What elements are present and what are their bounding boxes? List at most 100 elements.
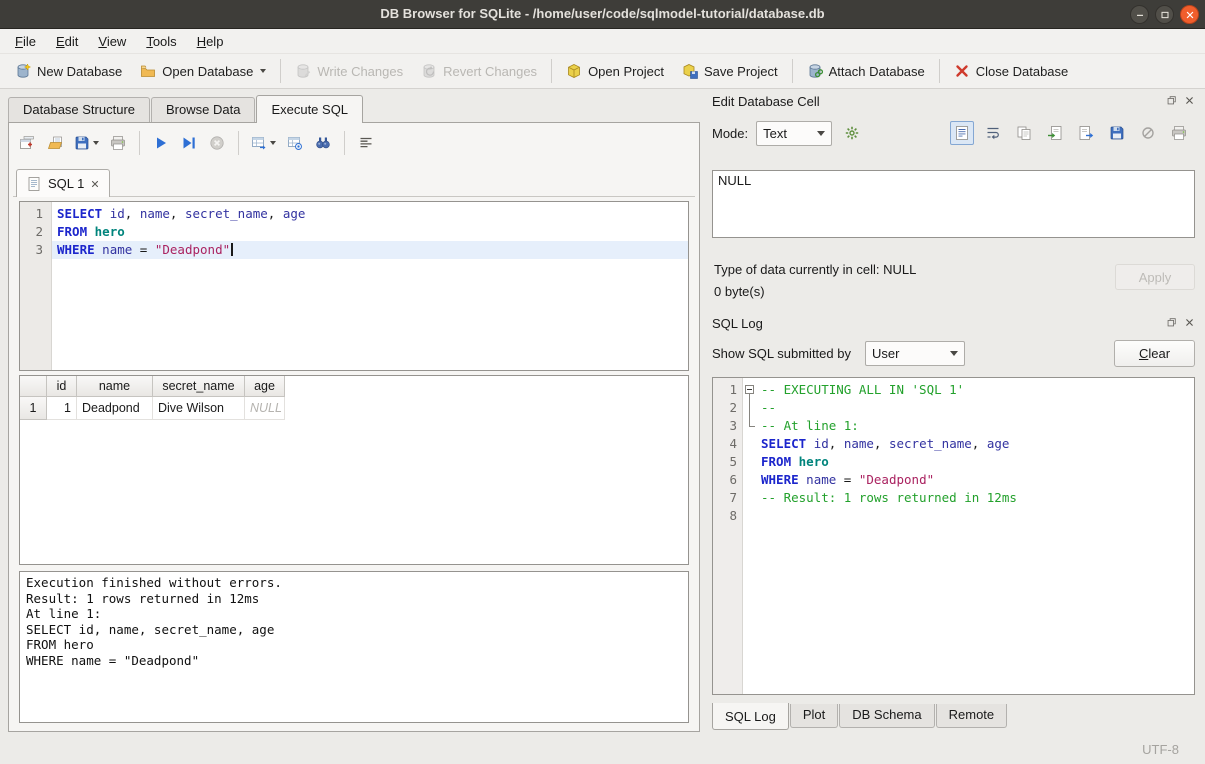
fold-marker[interactable] <box>743 399 758 417</box>
token: = <box>836 472 859 487</box>
fold-collapse-icon[interactable] <box>745 385 754 394</box>
sql-editor[interactable]: 1SELECT id, name, secret_name, age2FROM … <box>19 201 689 371</box>
tab-sql-log[interactable]: SQL Log <box>712 703 789 730</box>
toolbar-separator <box>551 59 552 83</box>
menu-file[interactable]: File <box>5 31 46 52</box>
fold-marker[interactable] <box>743 381 758 399</box>
print-cell-button[interactable] <box>1167 121 1191 145</box>
mode-select[interactable]: Text <box>756 121 832 146</box>
save-as-view-button[interactable] <box>283 131 307 155</box>
window-minimize-button[interactable] <box>1130 5 1149 24</box>
stop-execution-button <box>205 131 229 155</box>
submitter-select[interactable]: User <box>865 341 965 366</box>
word-wrap-button[interactable] <box>981 121 1005 145</box>
cell[interactable]: Dive Wilson <box>153 397 245 420</box>
copy-cell-button[interactable] <box>1012 121 1036 145</box>
window-close-button[interactable] <box>1180 5 1199 24</box>
export-data-button[interactable] <box>1074 121 1098 145</box>
line-number: 1 <box>20 205 52 223</box>
dropdown-arrow-icon <box>270 141 276 145</box>
grid-corner[interactable] <box>20 376 47 397</box>
menu-view[interactable]: View <box>88 31 136 52</box>
win-minimize-icon <box>1134 9 1146 21</box>
tab-plot[interactable]: Plot <box>790 704 838 728</box>
tab-browse-data[interactable]: Browse Data <box>151 97 255 122</box>
execute-all-icon <box>153 135 169 151</box>
sql-editor-lines: 1SELECT id, name, secret_name, age2FROM … <box>20 205 688 259</box>
tab-database-structure[interactable]: Database Structure <box>8 97 150 122</box>
line-number: 3 <box>20 241 52 259</box>
sql-editor-tab[interactable]: SQL 1 <box>16 169 110 197</box>
attach-database-button[interactable]: Attach Database <box>798 59 934 83</box>
set-null-button[interactable] <box>1136 121 1160 145</box>
tab-execute-sql[interactable]: Execute SQL <box>256 95 363 123</box>
open-database-button[interactable]: Open Database <box>131 59 275 83</box>
tab-remote[interactable]: Remote <box>936 704 1008 728</box>
save-project-button[interactable]: Save Project <box>673 59 787 83</box>
execute-current-line-button[interactable] <box>177 131 201 155</box>
open-project-label: Open Project <box>588 64 664 79</box>
print-button[interactable] <box>106 131 130 155</box>
cell[interactable]: 1 <box>47 397 77 420</box>
code-text: -- <box>758 399 1194 417</box>
right-panel: Edit Database Cell Mode: Text NULL Type … <box>707 92 1199 738</box>
chevron-down-icon <box>817 131 825 136</box>
results-grid: idnamesecret_nameage 11DeadpondDive Wils… <box>19 375 689 565</box>
close-window-button[interactable] <box>1184 94 1195 109</box>
auto-format-icon <box>358 135 374 151</box>
code-text: SELECT id, name, secret_name, age <box>758 435 1194 453</box>
code-text[interactable]: SELECT id, name, secret_name, age <box>52 205 688 223</box>
text-view-icon <box>954 125 970 141</box>
column-header-secret-name[interactable]: secret_name <box>153 376 245 397</box>
open-sql-file-button[interactable] <box>43 131 67 155</box>
tab-db-schema[interactable]: DB Schema <box>839 704 934 728</box>
close-tab-icon[interactable] <box>90 179 100 189</box>
cell-editor[interactable]: NULL <box>712 170 1195 238</box>
column-header-id[interactable]: id <box>47 376 77 397</box>
cell[interactable]: NULL <box>245 397 285 420</box>
menu-help[interactable]: Help <box>187 31 234 52</box>
token: age <box>283 206 306 221</box>
token: id <box>814 436 829 451</box>
log-line: 8 <box>713 507 1194 525</box>
menu-edit[interactable]: Edit <box>46 31 88 52</box>
clear-button[interactable]: Clear <box>1114 340 1195 367</box>
import-data-button[interactable] <box>1043 121 1067 145</box>
save-sql-file-button[interactable] <box>71 131 102 155</box>
float-window-button[interactable] <box>1166 316 1177 331</box>
line-number: 5 <box>713 453 743 471</box>
row-header[interactable]: 1 <box>20 397 47 420</box>
float-window-button[interactable] <box>1166 94 1177 109</box>
column-header-name[interactable]: name <box>77 376 153 397</box>
find-replace-button[interactable] <box>311 131 335 155</box>
new-database-button[interactable]: New Database <box>6 59 131 83</box>
save-as-button[interactable] <box>1105 121 1129 145</box>
dropdown-arrow-icon <box>93 141 99 145</box>
code-text[interactable]: WHERE name = "Deadpond" <box>52 241 688 259</box>
code-text[interactable]: FROM hero <box>52 223 688 241</box>
export-results-button[interactable] <box>248 131 279 155</box>
fold-marker[interactable] <box>743 417 758 435</box>
token: , <box>170 206 185 221</box>
log-line: 1-- EXECUTING ALL IN 'SQL 1' <box>713 381 1194 399</box>
code-text: FROM hero <box>758 453 1194 471</box>
text-view-button[interactable] <box>950 121 974 145</box>
toolbar-separator <box>939 59 940 83</box>
token: = <box>132 242 155 257</box>
open-project-button[interactable]: Open Project <box>557 59 673 83</box>
token: name <box>140 206 170 221</box>
column-header-age[interactable]: age <box>245 376 285 397</box>
auto-format-button[interactable] <box>354 131 378 155</box>
sql-log-view[interactable]: 1-- EXECUTING ALL IN 'SQL 1'2--3-- At li… <box>712 377 1195 695</box>
execute-all-button[interactable] <box>149 131 173 155</box>
save-project-icon <box>682 63 698 79</box>
close-database-button[interactable]: Close Database <box>945 59 1078 83</box>
save-sql-file-icon <box>74 135 90 151</box>
auto-switch-mode-button[interactable] <box>840 121 864 145</box>
cell[interactable]: Deadpond <box>77 397 153 420</box>
cell-mode-row: Mode: Text <box>712 120 1191 146</box>
menu-tools[interactable]: Tools <box>136 31 186 52</box>
open-sql-new-tab-button[interactable] <box>15 131 39 155</box>
window-maximize-button[interactable] <box>1155 5 1174 24</box>
close-window-button[interactable] <box>1184 316 1195 331</box>
